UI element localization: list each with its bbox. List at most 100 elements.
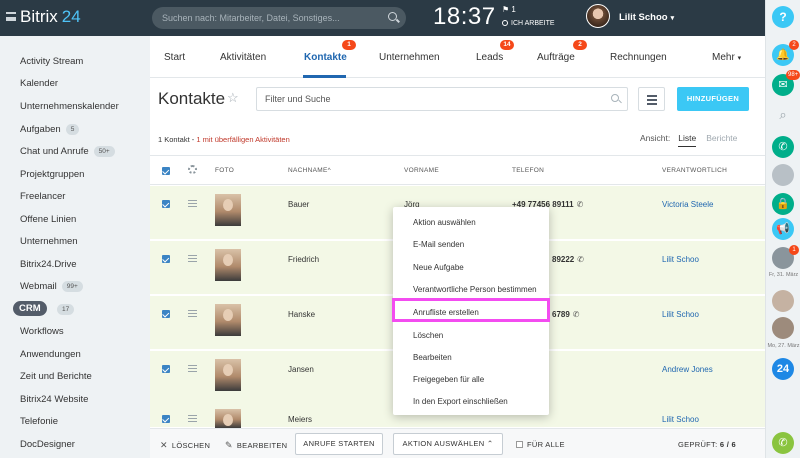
nav-item-webmail[interactable]: Webmail 99+	[20, 281, 83, 292]
user-menu[interactable]: Lilit Schoo ▾	[619, 12, 674, 23]
start-calls-button[interactable]: ANRUFE STARTEN	[295, 433, 383, 455]
bitrix24-icon[interactable]: 24	[772, 358, 794, 380]
drag-handle-icon[interactable]	[188, 415, 197, 422]
search-icon[interactable]: ⌕	[772, 104, 794, 126]
row-checkbox[interactable]	[162, 365, 170, 373]
nav-item-drive[interactable]: Bitrix24.Drive	[20, 259, 77, 270]
logo[interactable]: Bitrix 24	[20, 7, 81, 27]
nav-item-chat[interactable]: Chat und Anrufe 50+	[20, 146, 115, 157]
pencil-icon: ✎	[225, 440, 233, 450]
global-search-input[interactable]: Suchen nach: Mitarbeiter, Datei, Sonstig…	[152, 7, 406, 29]
column-vorname[interactable]: VORNAME	[404, 167, 439, 174]
cell-lastname[interactable]: Meiers	[288, 415, 312, 424]
contact-avatar[interactable]	[772, 164, 794, 186]
search-icon[interactable]	[611, 94, 619, 102]
menu-item-neue-aufgabe[interactable]: Neue Aufgabe	[413, 263, 464, 272]
nav-item-docdesigner[interactable]: DocDesigner	[20, 439, 75, 450]
menu-item-verantwortliche-person[interactable]: Verantwortliche Person bestimmen	[413, 285, 537, 294]
cell-lastname[interactable]: Jansen	[288, 365, 314, 374]
gear-icon[interactable]	[188, 165, 197, 174]
nav-item-crm[interactable]: CRM	[13, 301, 47, 316]
nav-item-aufgaben[interactable]: Aufgaben 5	[20, 124, 80, 135]
work-status[interactable]: ICH ARBEITE	[502, 20, 555, 27]
for-all-checkbox[interactable]: FÜR ALLE	[516, 440, 565, 449]
menu-item-loeschen[interactable]: Löschen	[413, 331, 443, 340]
phone-icon[interactable]: ✆	[772, 136, 794, 158]
view-reports[interactable]: Berichte	[706, 133, 737, 143]
column-nachname[interactable]: NACHNAME^	[288, 167, 331, 174]
contact-avatar[interactable]	[772, 290, 794, 312]
add-button[interactable]: HINZUFÜGEN	[677, 87, 749, 111]
menu-item-bearbeiten[interactable]: Bearbeiten	[413, 353, 452, 362]
lock-icon[interactable]: 🔒	[772, 193, 794, 215]
nav-item-activity-stream[interactable]: Activity Stream	[20, 56, 83, 67]
delete-button[interactable]: ✕ LÖSCHEN	[160, 440, 210, 451]
view-list[interactable]: Liste	[678, 133, 697, 147]
cell-lastname[interactable]: Friedrich	[288, 255, 319, 264]
nav-item-telefonie[interactable]: Telefonie	[20, 416, 58, 427]
contact-avatar[interactable]	[772, 317, 794, 339]
nav-item-unternehmenskalender[interactable]: Unternehmenskalender	[20, 101, 119, 112]
tab-aktivitaeten[interactable]: Aktivitäten	[220, 52, 266, 63]
nav-item-anwendungen[interactable]: Anwendungen	[20, 349, 81, 360]
cell-responsible[interactable]: Lilit Schoo	[662, 310, 699, 319]
nav-item-projektgruppen[interactable]: Projektgruppen	[20, 169, 84, 180]
help-button[interactable]: ?	[772, 6, 794, 28]
menu-item-freigegeben[interactable]: Freigegeben für alle	[413, 375, 484, 384]
tab-auftraege[interactable]: Aufträge	[537, 52, 575, 63]
drag-handle-icon[interactable]	[188, 365, 197, 372]
nav-item-freelancer[interactable]: Freelancer	[20, 191, 65, 202]
search-icon[interactable]	[388, 12, 397, 21]
phone-icon[interactable]: ✆	[573, 310, 580, 319]
phone-icon[interactable]: ✆	[577, 255, 584, 264]
cell-lastname[interactable]: Hanske	[288, 310, 315, 319]
cell-phone[interactable]: 89222 ✆	[552, 255, 584, 264]
menu-item-export[interactable]: In den Export einschließen	[413, 397, 508, 406]
row-checkbox[interactable]	[162, 415, 170, 423]
tab-leads[interactable]: Leads	[476, 52, 503, 63]
phone-icon[interactable]: ✆	[577, 200, 584, 209]
tab-mehr[interactable]: Mehr ▾	[712, 52, 741, 63]
megaphone-icon[interactable]: 📢	[772, 218, 794, 240]
cell-lastname[interactable]: Bauer	[288, 200, 309, 209]
phone-icon[interactable]: ✆	[772, 432, 794, 454]
menu-item-email-senden[interactable]: E-Mail senden	[413, 240, 464, 249]
cell-responsible[interactable]: Lilit Schoo	[662, 415, 699, 424]
user-avatar[interactable]	[586, 4, 610, 28]
row-checkbox[interactable]	[162, 310, 170, 318]
column-foto[interactable]: FOTO	[215, 167, 234, 174]
nav-item-unternehmen[interactable]: Unternehmen	[20, 236, 78, 247]
menu-item-aktion-auswaehlen[interactable]: Aktion auswählen	[413, 218, 476, 227]
row-checkbox[interactable]	[162, 200, 170, 208]
drag-handle-icon[interactable]	[188, 200, 197, 207]
nav-item-website[interactable]: Bitrix24 Website	[20, 394, 88, 405]
list-settings-button[interactable]	[638, 87, 665, 111]
flag-indicator[interactable]: ⚑ 1	[502, 5, 516, 14]
star-icon[interactable]: ☆	[227, 90, 239, 106]
select-all-checkbox[interactable]	[162, 167, 170, 175]
column-telefon[interactable]: TELEFON	[512, 167, 544, 174]
tab-rechnungen[interactable]: Rechnungen	[610, 52, 667, 63]
edit-button[interactable]: ✎ BEARBEITEN	[225, 440, 287, 451]
cell-responsible[interactable]: Lilit Schoo	[662, 255, 699, 264]
tab-start[interactable]: Start	[164, 52, 185, 63]
cell-phone[interactable]: 6789 ✆	[552, 310, 580, 319]
action-select-dropdown[interactable]: AKTION AUSWÄHLEN ⌃	[393, 433, 503, 455]
column-verantwortlich[interactable]: VERANTWORTLICH	[662, 167, 727, 174]
cell-responsible[interactable]: Victoria Steele	[662, 200, 713, 209]
drag-handle-icon[interactable]	[188, 255, 197, 262]
tab-kontakte[interactable]: Kontakte	[304, 52, 347, 63]
row-checkbox[interactable]	[162, 255, 170, 263]
tab-unternehmen[interactable]: Unternehmen	[379, 52, 440, 63]
cell-responsible[interactable]: Andrew Jones	[662, 365, 713, 374]
drag-handle-icon[interactable]	[188, 310, 197, 317]
nav-item-zeit-berichte[interactable]: Zeit und Berichte	[20, 371, 92, 382]
filter-search-input[interactable]: Filter und Suche	[256, 87, 628, 111]
menu-item-anrufliste-erstellen[interactable]: Anrufliste erstellen	[413, 308, 479, 317]
nav-item-workflows[interactable]: Workflows	[20, 326, 64, 337]
table-header: FOTO NACHNAME^ VORNAME TELEFON VERANTWOR…	[150, 155, 765, 185]
nav-item-offene-linien[interactable]: Offene Linien	[20, 214, 76, 225]
menu-burger-icon[interactable]	[6, 12, 16, 21]
overdue-link[interactable]: 1 mit überfälligen Aktivitäten	[196, 135, 289, 144]
nav-item-kalender[interactable]: Kalender	[20, 78, 58, 89]
